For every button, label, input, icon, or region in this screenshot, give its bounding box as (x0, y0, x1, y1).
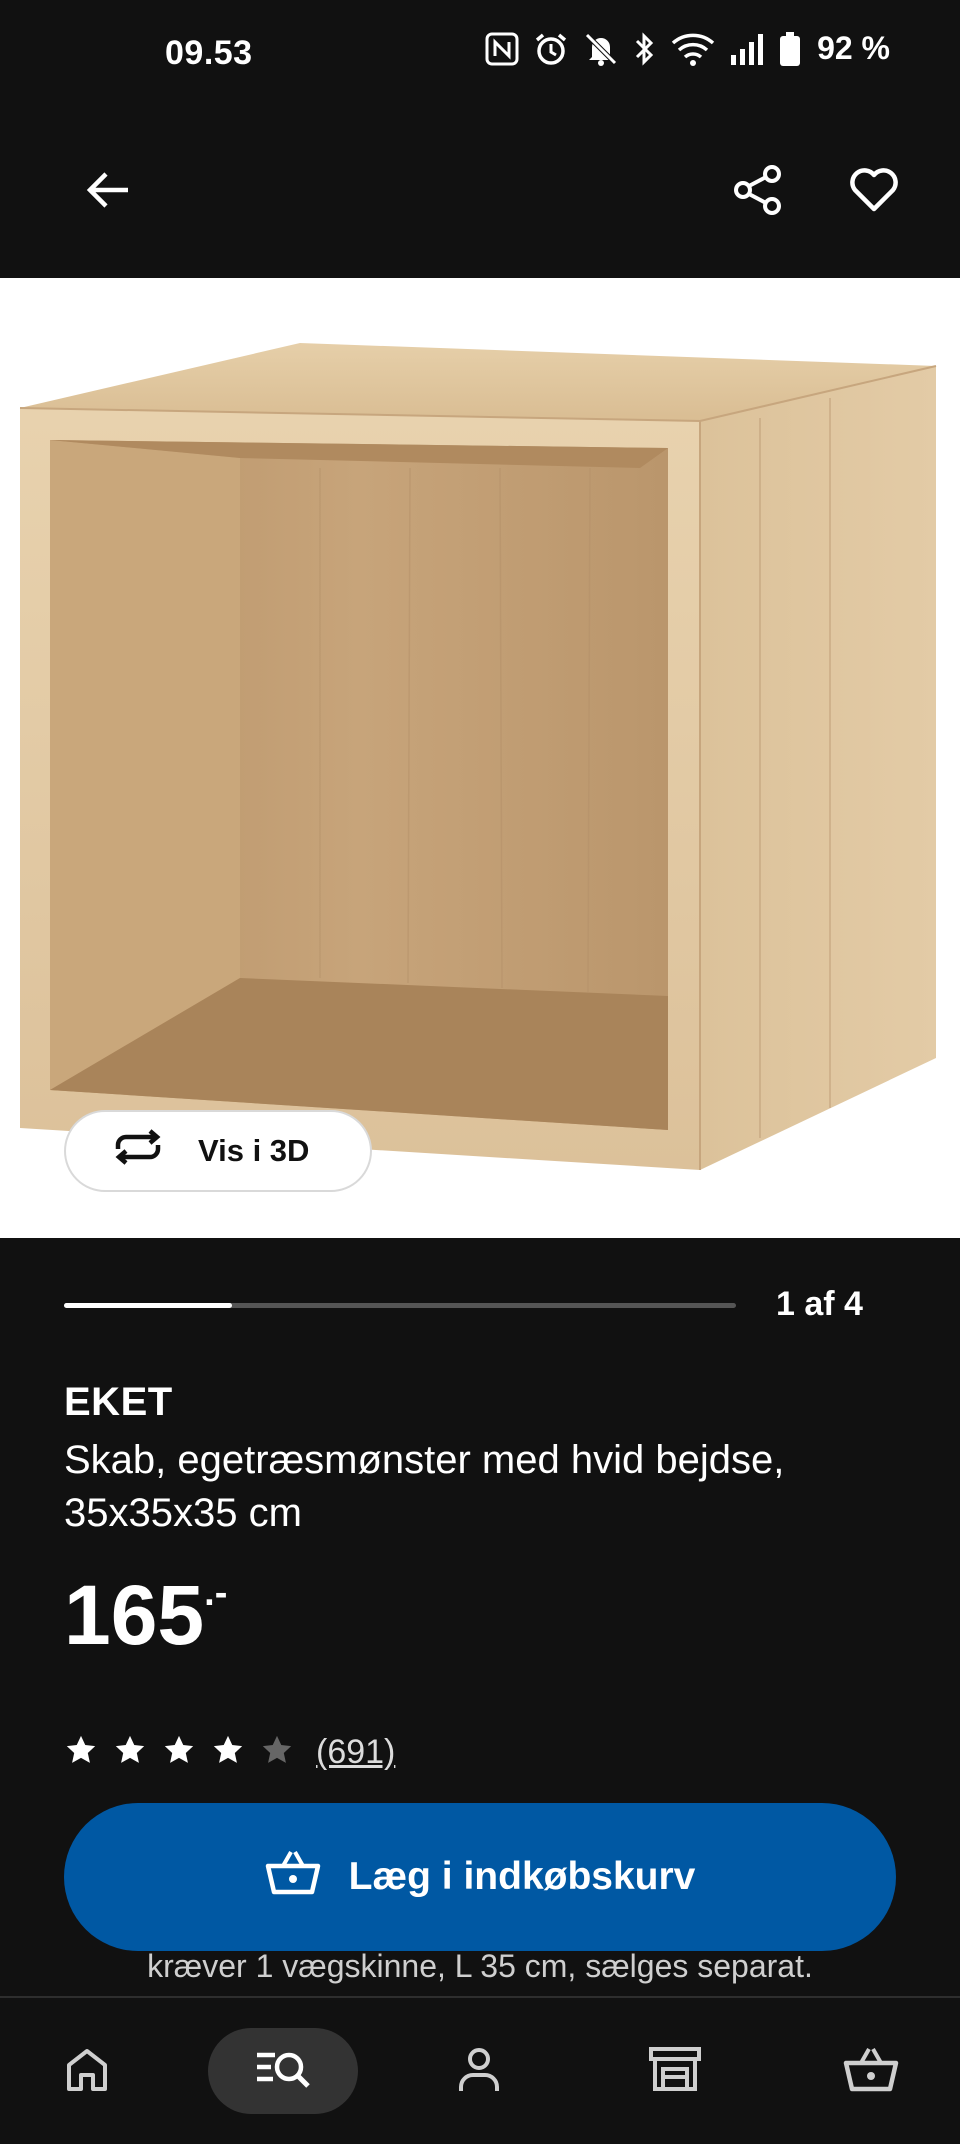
gallery-pager: 1 af 4 (776, 1285, 863, 1323)
rotate-3d-icon (112, 1129, 164, 1173)
view-3d-button[interactable]: Vis i 3D (64, 1110, 372, 1192)
product-price: 165 .- (64, 1565, 227, 1665)
person-icon (455, 2045, 503, 2098)
add-to-cart-label: Læg i indkøbskurv (348, 1855, 696, 1898)
battery-percentage: 92 % (817, 30, 890, 66)
star-empty-icon (260, 1733, 294, 1772)
view-3d-label: Vis i 3D (198, 1133, 310, 1168)
add-to-cart-button[interactable]: Læg i indkøbskurv (64, 1803, 896, 1951)
gallery-progress-bar (64, 1303, 736, 1308)
search-list-icon (253, 2045, 313, 2098)
status-icons: 92 % (485, 30, 890, 67)
app-bar (0, 110, 960, 278)
product-rating[interactable]: (691) (64, 1733, 395, 1772)
product-description: Skab, egetræsmønster med hvid bejdse, 35… (64, 1438, 785, 1535)
basket-icon (843, 2045, 899, 2098)
star-filled-icon (64, 1733, 98, 1772)
nav-search[interactable] (208, 2028, 358, 2114)
nav-profile[interactable] (404, 2028, 554, 2114)
favorite-button[interactable] (834, 152, 914, 232)
product-image (19, 343, 937, 1170)
basket-icon (265, 1848, 321, 1906)
status-bar: 09.53 92 % (0, 0, 960, 110)
product-note: kræver 1 vægskinne, L 35 cm, sælges sepa… (147, 1948, 813, 1984)
status-time: 09.53 (165, 34, 253, 72)
star-filled-icon (162, 1733, 196, 1772)
heart-icon (849, 167, 899, 218)
back-button[interactable] (68, 152, 148, 232)
star-filled-icon (113, 1733, 147, 1772)
star-filled-icon (211, 1733, 245, 1772)
nav-stores[interactable] (600, 2028, 750, 2114)
arrow-left-icon (84, 166, 132, 219)
signal-icon (729, 31, 765, 67)
bluetooth-icon (633, 31, 657, 67)
wifi-icon (671, 31, 715, 67)
share-icon (732, 164, 784, 221)
price-suffix: .- (204, 1572, 228, 1614)
home-icon (63, 2045, 111, 2098)
review-count-link[interactable]: (691) (316, 1733, 395, 1772)
store-icon (647, 2045, 703, 2098)
gallery-progress-fill (64, 1303, 232, 1308)
nfc-icon (485, 32, 519, 66)
rating-stars (64, 1733, 294, 1772)
price-value: 165 (64, 1568, 205, 1662)
nav-cart[interactable] (796, 2028, 946, 2114)
battery-icon (779, 31, 801, 67)
bottom-navigation (0, 1996, 960, 2144)
product-name: EKET (64, 1380, 173, 1424)
mute-icon (583, 31, 619, 67)
product-image-gallery[interactable] (0, 278, 960, 1238)
alarm-icon (533, 31, 569, 67)
nav-home[interactable] (12, 2028, 162, 2114)
share-button[interactable] (718, 152, 798, 232)
